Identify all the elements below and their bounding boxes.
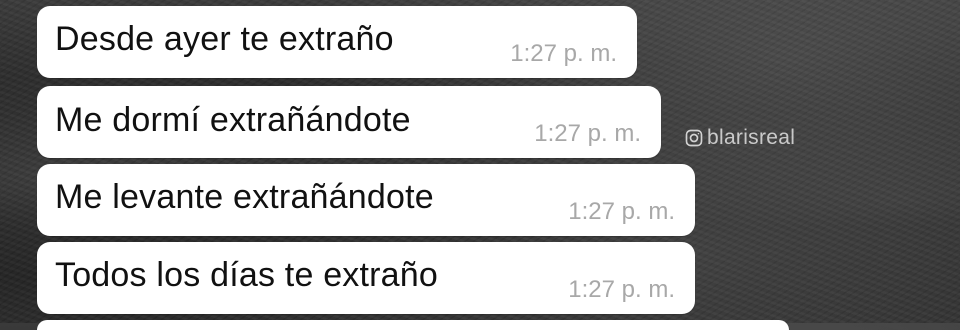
message-text: Me levante extrañándote bbox=[55, 178, 434, 216]
message-timestamp: 1:27 p. m. bbox=[510, 40, 617, 67]
message-text: Me dormí extrañándote bbox=[55, 101, 411, 139]
instagram-icon bbox=[684, 128, 704, 148]
watermark: blarisreal bbox=[684, 126, 795, 150]
message-text: Desde ayer te extraño bbox=[55, 20, 394, 58]
message-bubble[interactable]: Me dormí extrañándote 1:27 p. m. bbox=[37, 86, 661, 158]
message-text: Todos los días te extraño bbox=[55, 256, 439, 294]
message-timestamp: 1:27 p. m. bbox=[568, 276, 675, 303]
watermark-handle: blarisreal bbox=[707, 126, 796, 149]
message-bubble[interactable]: Desde ayer te extraño 1:27 p. m. bbox=[37, 6, 637, 78]
message-timestamp: 1:27 p. m. bbox=[568, 198, 675, 225]
message-bubble[interactable]: Me levante extrañándote 1:27 p. m. bbox=[37, 164, 695, 236]
message-timestamp: 1:27 p. m. bbox=[534, 120, 641, 147]
message-bubble-partial[interactable] bbox=[37, 320, 789, 330]
message-bubble[interactable]: Todos los días te extraño 1:27 p. m. bbox=[37, 242, 695, 314]
